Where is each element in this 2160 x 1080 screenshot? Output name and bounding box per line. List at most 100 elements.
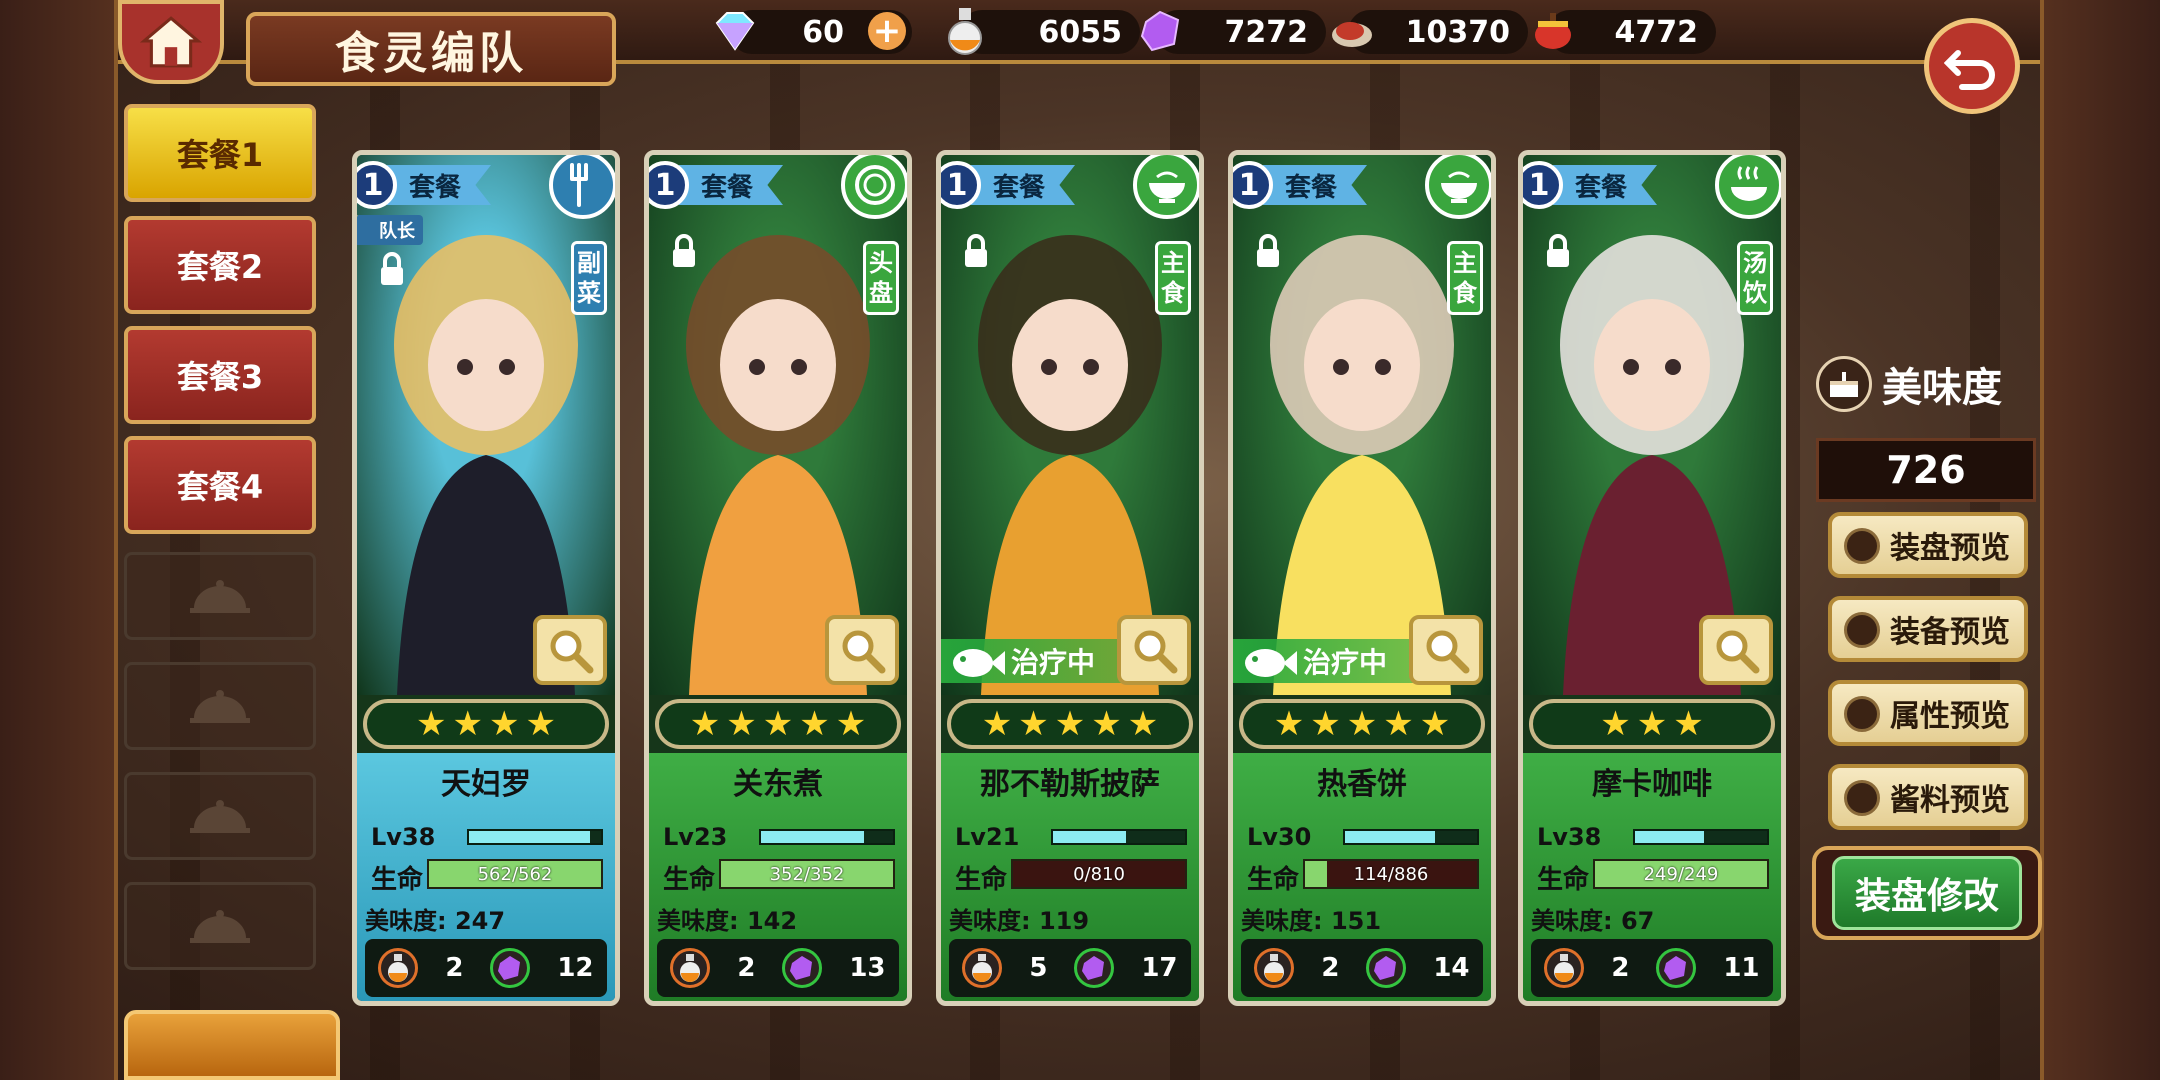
cost-row: 2 13	[657, 939, 899, 997]
character-level: Lv38	[1537, 823, 1602, 851]
character-card[interactable]: 1 套餐 副菜 ♛队长 ★★★★ 天妇罗 Lv38 生命 562/562 美味度…	[352, 150, 620, 1006]
character-level: Lv21	[955, 823, 1020, 851]
inspect-button[interactable]	[1409, 615, 1483, 685]
xp-fill	[469, 831, 591, 843]
character-card[interactable]: 1 套餐 主食 治疗中 ★ ★ ★ ★ ★ 那不勒斯披萨 Lv21 生命 0/810 美…	[936, 150, 1204, 1006]
star-icon: ★	[1636, 704, 1668, 744]
tab-locked-6[interactable]	[124, 662, 316, 750]
dish-type-tag: 头盘	[863, 241, 899, 315]
healing-fish-icon	[953, 649, 1005, 677]
bowl-icon	[1133, 155, 1199, 219]
attribute-preview-button[interactable]: 属性预览	[1828, 680, 2028, 746]
xp-bar	[467, 829, 603, 845]
cake-icon	[1816, 356, 1872, 412]
crystal-cost: 14	[1433, 953, 1470, 983]
character-name: 天妇罗	[441, 767, 531, 802]
tab-set-3[interactable]: 套餐3	[124, 326, 316, 424]
meat-icon	[1326, 4, 1380, 58]
resource-meat: 10370	[1332, 10, 1528, 54]
radio-indicator	[1844, 612, 1880, 648]
tab-set-4[interactable]: 套餐4	[124, 436, 316, 534]
star-icon: ★	[1054, 704, 1086, 744]
left-frame	[0, 0, 118, 1080]
tab-locked-5[interactable]	[124, 552, 316, 640]
add-diamond-button[interactable]: +	[868, 12, 906, 50]
locked-dish-icon	[190, 910, 250, 943]
magnifier-icon	[550, 630, 594, 674]
character-name: 那不勒斯披萨	[980, 767, 1160, 802]
hp-text: 249/249	[1643, 863, 1719, 885]
plating-edit-button[interactable]: 装盘修改	[1812, 846, 2042, 940]
dish-type-tag: 汤饮	[1737, 241, 1773, 315]
hp-text: 562/562	[477, 863, 553, 885]
card-info: 天妇罗 Lv38 生命 562/562 美味度: 247 2 12	[357, 753, 615, 1001]
inspect-button[interactable]	[1117, 615, 1191, 685]
tab-locked-7[interactable]	[124, 772, 316, 860]
crystal-cost: 17	[1141, 953, 1178, 983]
set-header: 1 套餐	[1523, 161, 1658, 209]
character-taste: 美味度: 142	[657, 907, 798, 935]
equipment-preview-button[interactable]: 装备预览	[1828, 596, 2028, 662]
tab-set-2[interactable]: 套餐2	[124, 216, 316, 314]
radio-indicator	[1844, 528, 1880, 564]
inspect-button[interactable]	[533, 615, 607, 685]
magnifier-icon	[1426, 630, 1470, 674]
character-card[interactable]: 1 套餐 汤饮 ★ ★ ★ 摩卡咖啡 Lv38 生命 249/249 美味度: 67…	[1518, 150, 1786, 1006]
star-icon: ★	[1419, 704, 1451, 744]
set-ribbon: 套餐	[1553, 165, 1658, 205]
magnifier-icon	[842, 630, 886, 674]
purple-crystal-icon	[1656, 948, 1697, 988]
oil-flask-icon	[670, 948, 711, 988]
plating-preview-button[interactable]: 装盘预览	[1828, 512, 2028, 578]
hp-bar: 0/810	[1011, 859, 1187, 889]
sauce-preview-button[interactable]: 酱料预览	[1828, 764, 2028, 830]
oil-cost: 2	[445, 953, 464, 983]
inspect-button[interactable]	[825, 615, 899, 685]
character-taste: 美味度: 151	[1241, 907, 1382, 935]
set-header: 1 套餐	[357, 161, 492, 209]
magnifier-icon	[1716, 630, 1760, 674]
crystal-cost: 12	[557, 953, 594, 983]
lock-icon[interactable]	[669, 233, 699, 269]
resource-diamond: 60 +	[715, 10, 912, 54]
radio-indicator	[1844, 780, 1880, 816]
star-icon: ★	[452, 704, 483, 744]
taste-title: 美味度	[1816, 354, 2036, 414]
star-icon: ★	[762, 704, 794, 744]
purple-crystal-icon	[1134, 4, 1188, 58]
star-rating: ★ ★ ★ ★ ★	[655, 699, 901, 749]
bottom-panel-edge	[124, 1010, 340, 1080]
diamond-icon	[708, 4, 762, 58]
resource-oil: 6055	[948, 8, 1140, 55]
star-icon: ★	[1673, 704, 1704, 744]
character-card[interactable]: 1 套餐 头盘 ★ ★ ★ ★ ★ 关东煮 Lv23 生命 352/352 美味度: 1…	[644, 150, 912, 1006]
xp-fill	[1053, 831, 1126, 843]
resource-pot: 4772	[1535, 10, 1716, 54]
lock-icon[interactable]	[1543, 233, 1573, 269]
back-button[interactable]	[1924, 18, 2020, 114]
hp-bar: 249/249	[1593, 859, 1769, 889]
oil-cost: 2	[1321, 953, 1340, 983]
tab-locked-8[interactable]	[124, 882, 316, 970]
oil-cost: 2	[1611, 953, 1630, 983]
home-icon	[140, 16, 202, 68]
inspect-button[interactable]	[1699, 615, 1773, 685]
oil-cost: 5	[1029, 953, 1048, 983]
set-header: 1 套餐	[1233, 161, 1368, 209]
purple-crystal-icon	[1366, 948, 1407, 988]
star-icon: ★	[1346, 704, 1378, 744]
xp-bar	[759, 829, 895, 845]
hp-label: 生命	[371, 865, 424, 895]
lock-icon[interactable]	[1253, 233, 1283, 269]
set-ribbon: 套餐	[679, 165, 784, 205]
oil-flask-icon	[1544, 948, 1585, 988]
home-button[interactable]	[118, 0, 224, 84]
tab-set-1[interactable]: 套餐1	[124, 104, 316, 202]
right-frame	[2040, 0, 2160, 1080]
set-ribbon: 套餐	[1263, 165, 1368, 205]
lock-icon[interactable]	[377, 251, 407, 287]
character-card[interactable]: 1 套餐 主食 治疗中 ★ ★ ★ ★ ★ 热香饼 Lv30 生命 114/886 美味…	[1228, 150, 1496, 1006]
cost-row: 2 12	[365, 939, 607, 997]
lock-icon[interactable]	[961, 233, 991, 269]
star-rating: ★ ★ ★ ★ ★	[947, 699, 1193, 749]
